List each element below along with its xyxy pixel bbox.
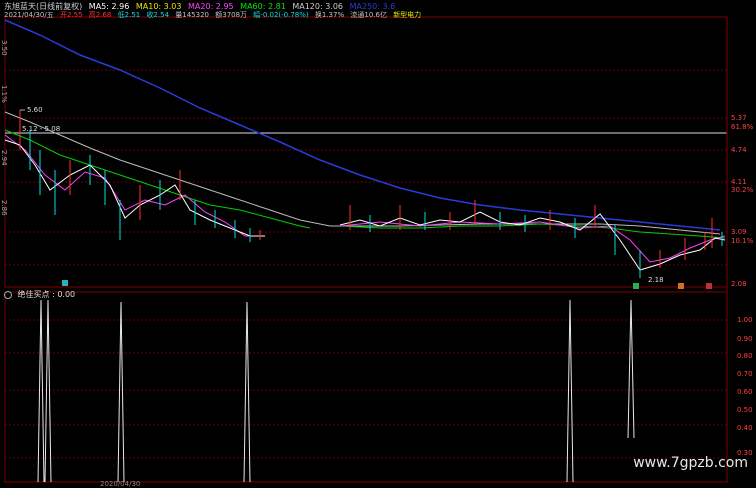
quote-concept: 新型电力	[393, 11, 422, 19]
left-axis-tick: 2.86	[0, 200, 8, 216]
signal-marker-2[interactable]	[633, 283, 639, 289]
high-mark-label: 5.60	[27, 106, 43, 114]
left-axis-tick: 2.94	[0, 150, 8, 166]
quote-date: 2021/04/30/五	[4, 11, 54, 19]
indicator-name: 绝佳买点	[17, 290, 50, 299]
signal-marker-4[interactable]	[706, 283, 712, 289]
price-axis-tick: 3.09	[731, 228, 747, 236]
indicator-grid	[5, 319, 727, 459]
quote-open: 开2.55	[59, 11, 83, 19]
quote-turnover: 换1.37%	[314, 11, 345, 19]
price-axis-tick: 61.8%	[731, 123, 754, 131]
indicator-axis-tick: 0.50	[737, 406, 753, 414]
price-axis-tick: 5.37	[731, 114, 747, 122]
price-axis-tick: 4.11	[731, 178, 747, 186]
ma120-line	[4, 111, 721, 235]
signal-marker-1[interactable]	[62, 280, 68, 286]
watermark: www.7gpzb.com	[633, 455, 748, 471]
quote-header: 2021/04/30/五 开2.55 高2.68 低2.51 收2.54 量14…	[4, 10, 425, 20]
indicator-settings-icon[interactable]	[4, 290, 12, 299]
indicator-axis-tick: 0.40	[737, 424, 753, 432]
price-axis-tick: 4.74	[731, 146, 747, 154]
indicator-axis-tick: 1.00	[737, 316, 753, 324]
quote-close: 收2.54	[146, 11, 170, 19]
price-grid	[5, 69, 727, 266]
quote-low: 低2.51	[117, 11, 141, 19]
quote-high: 高2.68	[88, 11, 112, 19]
ma5-line-right	[339, 211, 726, 271]
quote-amount: 额3708万	[215, 11, 248, 19]
indicator-spikes	[37, 299, 635, 483]
ma5-line	[4, 139, 265, 237]
indicator-value: : 0.00	[52, 290, 76, 299]
price-axis-tick: 10.1%	[731, 237, 754, 245]
indicator-axis-tick: 0.70	[737, 370, 753, 378]
low-mark-label: 2.18	[648, 276, 664, 284]
indicator-axis-tick: 0.90	[737, 335, 753, 343]
range-mark-label: 5.12 - 5.08	[22, 125, 61, 133]
left-axis-tick: 3.50	[0, 40, 8, 56]
price-chart[interactable]	[0, 0, 756, 487]
indicator-axis-tick: 0.80	[737, 352, 753, 360]
quote-float-cap: 流通10.6亿	[350, 11, 387, 19]
price-axis-tick: 2.08	[731, 280, 747, 288]
indicator-axis-tick: 0.60	[737, 388, 753, 396]
indicator-header[interactable]: 绝佳买点 : 0.00	[4, 289, 75, 300]
left-axis-tick: 1.1%	[0, 85, 8, 103]
quote-volume: 量145320	[175, 11, 209, 19]
price-axis-tick: 30.2%	[731, 186, 754, 194]
price-panel-frame	[4, 16, 728, 288]
quote-change: 幅-0.02(-0.78%)	[253, 11, 309, 19]
ma250-line	[4, 19, 721, 231]
signal-marker-3[interactable]	[678, 283, 684, 289]
